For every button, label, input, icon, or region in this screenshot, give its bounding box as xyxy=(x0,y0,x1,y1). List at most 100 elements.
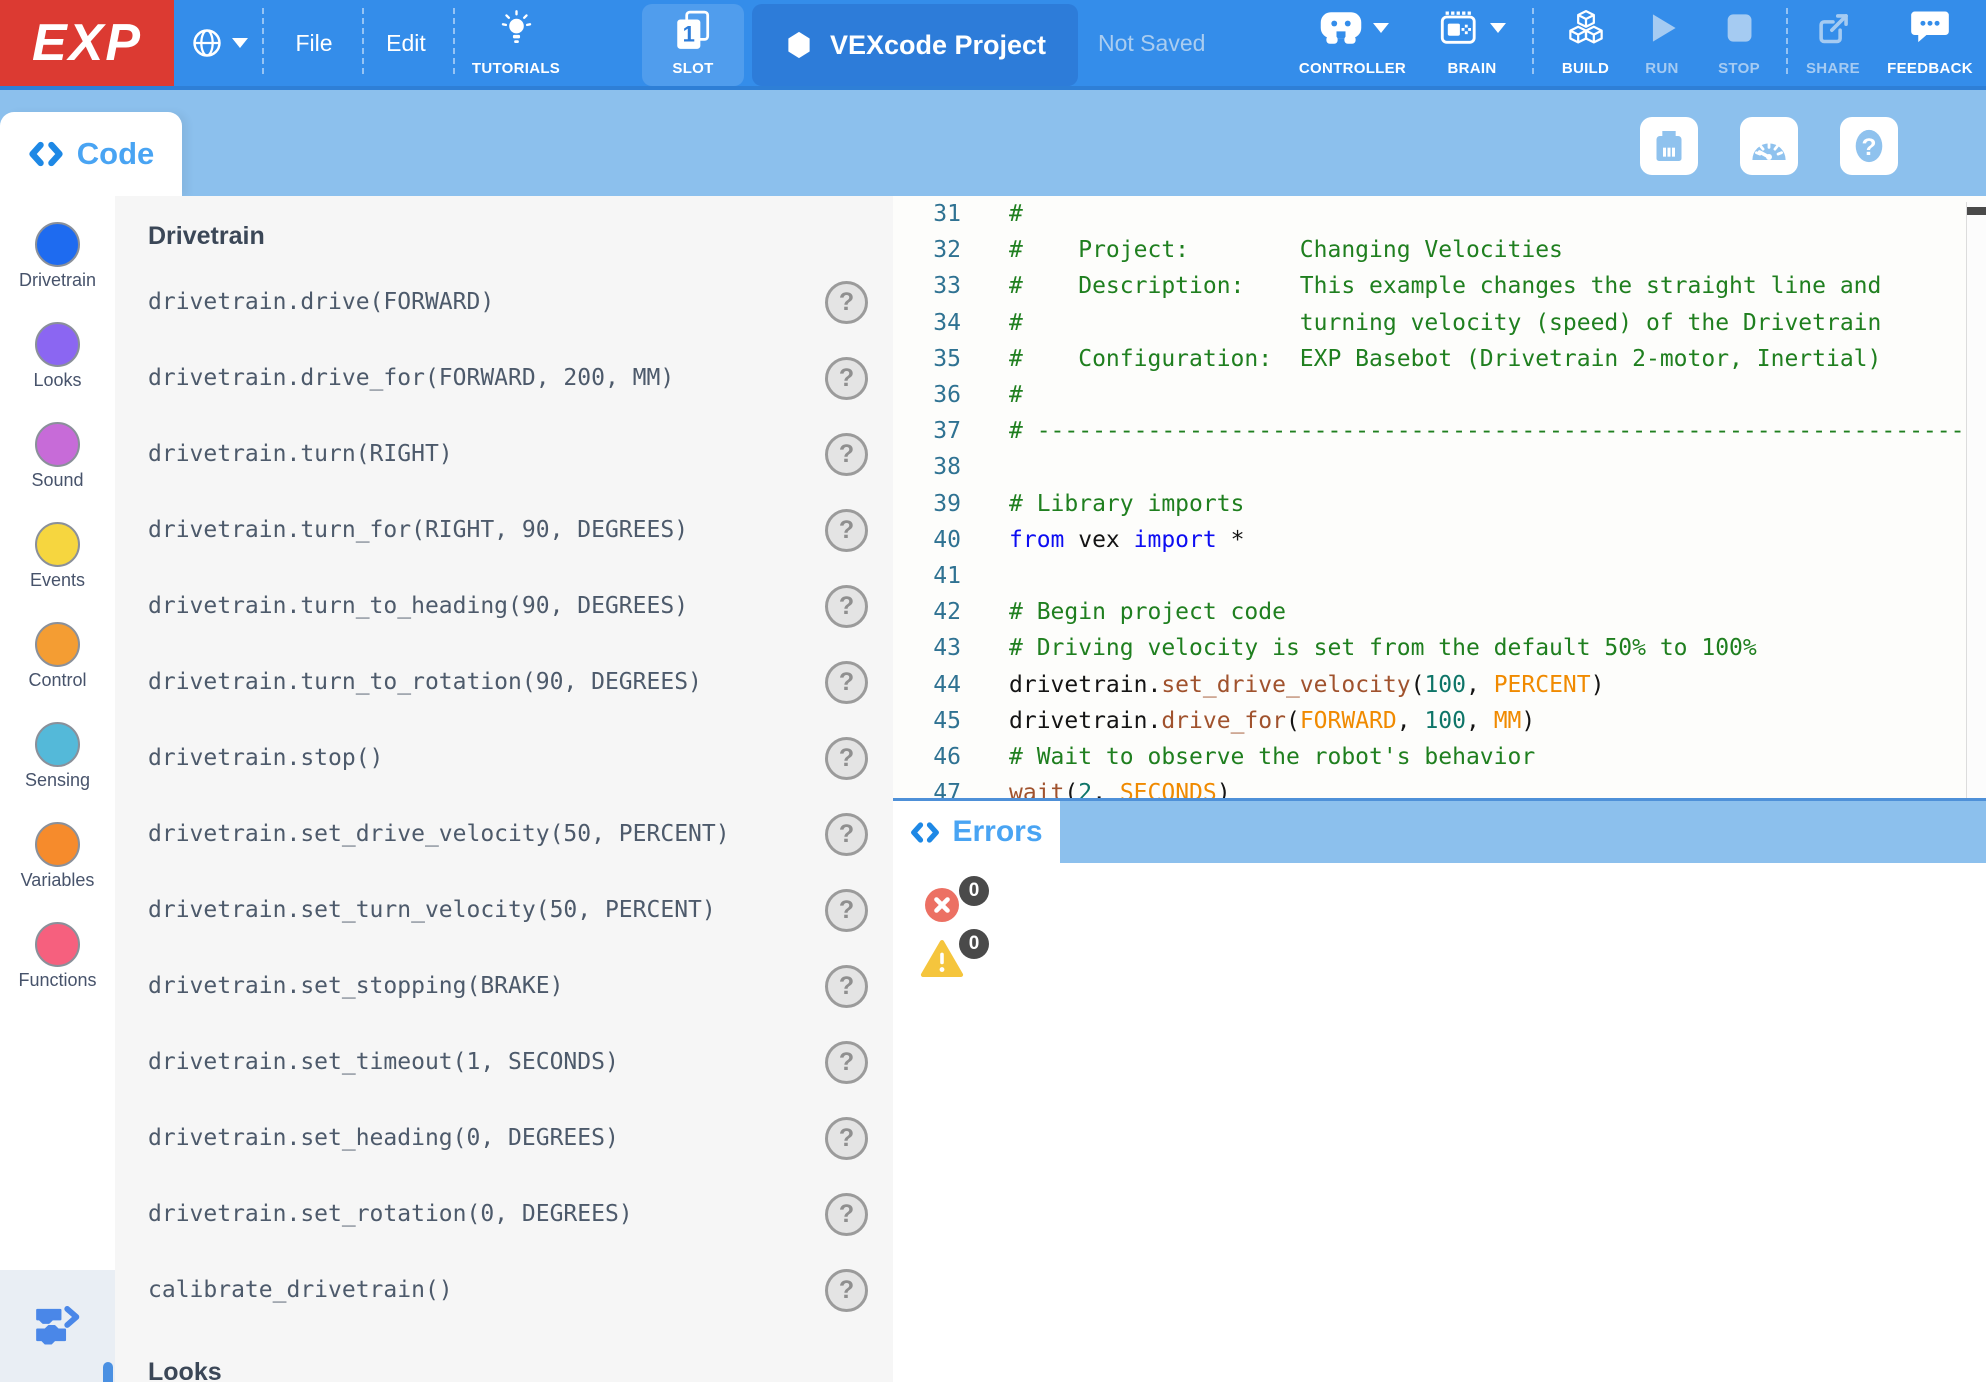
slot-number: 1 xyxy=(683,22,695,47)
run-play-icon xyxy=(1645,10,1679,46)
command-help-button[interactable]: ? xyxy=(825,1269,868,1312)
code-text: from vex import * xyxy=(1009,527,1244,553)
code-editor[interactable]: 31#32# Project: Changing Velocities33# D… xyxy=(893,196,1986,798)
tab-errors[interactable]: Errors xyxy=(893,801,1060,863)
command-help-button[interactable]: ? xyxy=(825,661,868,704)
code-token: # turning velocity (speed) of the Drivet… xyxy=(1009,310,1881,336)
dashboard-button[interactable] xyxy=(1740,117,1798,175)
code-text: # --------------------------------------… xyxy=(1009,418,1986,444)
command-text[interactable]: drivetrain.turn(RIGHT) xyxy=(148,441,453,467)
code-line: 33# Description: This example changes th… xyxy=(893,268,1986,304)
command-help-button[interactable]: ? xyxy=(825,585,868,628)
command-text[interactable]: drivetrain.stop() xyxy=(148,745,383,771)
command-help-button[interactable]: ? xyxy=(825,281,868,324)
feedback-button[interactable]: FEEDBACK xyxy=(1880,0,1980,86)
command-text[interactable]: drivetrain.set_stopping(BRAKE) xyxy=(148,973,563,999)
tab-code[interactable]: Code xyxy=(0,112,182,196)
command-text[interactable]: calibrate_drivetrain() xyxy=(148,1277,453,1303)
category-label: Sound xyxy=(31,470,83,491)
command-help-button[interactable]: ? xyxy=(825,1117,868,1160)
help-button[interactable]: ? xyxy=(1840,117,1898,175)
command-help-button[interactable]: ? xyxy=(825,1041,868,1084)
sidebar-item-functions[interactable]: Functions xyxy=(18,922,96,991)
language-menu[interactable] xyxy=(186,0,252,86)
command-help-button[interactable]: ? xyxy=(825,357,868,400)
command-text[interactable]: drivetrain.set_rotation(0, DEGREES) xyxy=(148,1201,633,1227)
editor-scrollbar-thumb[interactable] xyxy=(1967,207,1986,215)
run-button[interactable]: RUN xyxy=(1628,0,1696,86)
chevron-down-icon xyxy=(1490,23,1506,33)
command-text[interactable]: drivetrain.set_timeout(1, SECONDS) xyxy=(148,1049,619,1075)
code-token: MM xyxy=(1494,708,1522,734)
code-text: # Driving velocity is set from the defau… xyxy=(1009,635,1757,661)
command-text[interactable]: drivetrain.set_heading(0, DEGREES) xyxy=(148,1125,619,1151)
controller-button[interactable]: CONTROLLER xyxy=(1285,0,1420,86)
build-button[interactable]: BUILD xyxy=(1548,0,1623,86)
command-text[interactable]: drivetrain.set_drive_velocity(50, PERCEN… xyxy=(148,821,730,847)
command-row: drivetrain.turn_to_heading(90, DEGREES)? xyxy=(148,568,893,644)
tutorials-label: TUTORIALS xyxy=(472,60,560,77)
code-token: 100 xyxy=(1424,672,1466,698)
editor-scrollbar[interactable] xyxy=(1966,202,1986,798)
drivetrain-category-icon xyxy=(35,222,80,267)
edit-menu[interactable]: Edit xyxy=(366,0,446,86)
code-tab-label: Code xyxy=(77,136,155,172)
gauge-icon xyxy=(1748,125,1790,167)
events-category-icon xyxy=(35,522,80,567)
command-help-button[interactable]: ? xyxy=(825,813,868,856)
slot-button[interactable]: 1 SLOT xyxy=(642,0,744,86)
stop-label: STOP xyxy=(1718,60,1760,77)
sidebar-item-events[interactable]: Events xyxy=(30,522,85,591)
command-help-button[interactable]: ? xyxy=(825,509,868,552)
brain-label: BRAIN xyxy=(1448,60,1497,77)
sidebar-item-variables[interactable]: Variables xyxy=(21,822,95,891)
category-rail: Drivetrain Looks Sound Events Control Sensing… xyxy=(0,196,115,1382)
project-name-button[interactable]: VEXcode Project xyxy=(752,4,1078,86)
device-info-button[interactable] xyxy=(1640,117,1698,175)
command-text[interactable]: drivetrain.turn_for(RIGHT, 90, DEGREES) xyxy=(148,517,688,543)
help-icon: ? xyxy=(1848,125,1890,167)
command-row: drivetrain.drive(FORWARD)? xyxy=(148,264,893,340)
command-help-button[interactable]: ? xyxy=(825,433,868,476)
command-help-button[interactable]: ? xyxy=(825,1193,868,1236)
command-text[interactable]: drivetrain.set_turn_velocity(50, PERCENT… xyxy=(148,897,716,923)
code-token: drivetrain. xyxy=(1009,708,1161,734)
command-text[interactable]: drivetrain.turn_to_rotation(90, DEGREES) xyxy=(148,669,702,695)
sidebar-item-sound[interactable]: Sound xyxy=(31,422,83,491)
feedback-bubble-icon xyxy=(1910,10,1950,46)
command-row: drivetrain.set_heading(0, DEGREES)? xyxy=(148,1100,893,1176)
share-button[interactable]: SHARE xyxy=(1796,0,1870,86)
category-label: Control xyxy=(28,670,86,691)
code-token: # Description: This example changes the … xyxy=(1009,273,1881,299)
blocks-toggle-button[interactable] xyxy=(32,1302,84,1351)
command-text[interactable]: drivetrain.turn_to_heading(90, DEGREES) xyxy=(148,593,688,619)
sidebar-item-sensing[interactable]: Sensing xyxy=(25,722,90,791)
line-number: 40 xyxy=(893,527,961,553)
hexagon-icon xyxy=(784,29,814,61)
code-token: # Configuration: EXP Basebot (Drivetrain… xyxy=(1009,346,1881,372)
code-line: 47wait(2, SECONDS) xyxy=(893,775,1986,798)
code-token: PERCENT xyxy=(1494,672,1591,698)
code-line: 39# Library imports xyxy=(893,486,1986,522)
sidebar-item-looks[interactable]: Looks xyxy=(33,322,81,391)
command-text[interactable]: drivetrain.drive_for(FORWARD, 200, MM) xyxy=(148,365,674,391)
command-row: drivetrain.stop()? xyxy=(148,720,893,796)
sidebar-item-drivetrain[interactable]: Drivetrain xyxy=(19,222,96,291)
exp-logo: EXP xyxy=(0,0,174,86)
command-panel-scrollbar[interactable] xyxy=(103,1362,113,1382)
command-help-button[interactable]: ? xyxy=(825,889,868,932)
file-menu[interactable]: File xyxy=(272,0,356,86)
command-row: drivetrain.set_turn_velocity(50, PERCENT… xyxy=(148,872,893,948)
code-brackets-icon xyxy=(910,820,940,845)
line-number: 31 xyxy=(893,201,961,227)
sidebar-item-control[interactable]: Control xyxy=(28,622,86,691)
command-text[interactable]: drivetrain.drive(FORWARD) xyxy=(148,289,494,315)
brain-button[interactable]: BRAIN xyxy=(1420,0,1524,86)
command-help-button[interactable]: ? xyxy=(825,965,868,1008)
command-help-button[interactable]: ? xyxy=(825,737,868,780)
tutorials-button[interactable]: TUTORIALS xyxy=(455,0,577,86)
code-line: 41 xyxy=(893,558,1986,594)
svg-text:?: ? xyxy=(1862,134,1877,161)
stop-button[interactable]: STOP xyxy=(1704,0,1774,86)
code-token: ( xyxy=(1286,708,1300,734)
